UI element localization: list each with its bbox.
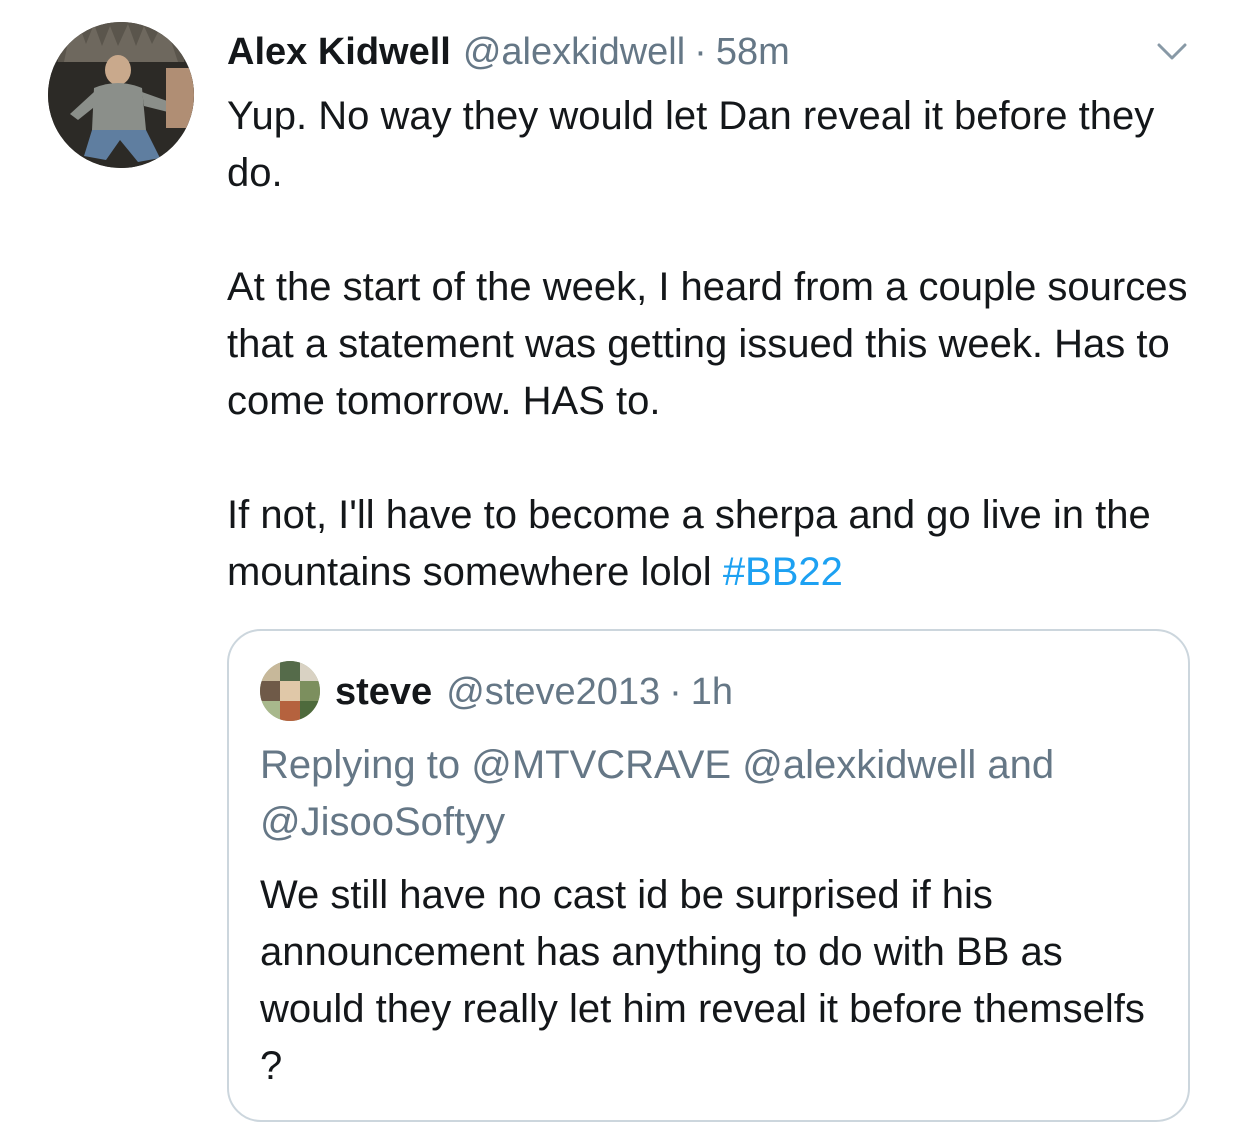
separator-dot: ·: [694, 30, 707, 73]
tweet-header: Alex Kidwell @alexkidwell · 58m: [227, 24, 790, 80]
author-avatar[interactable]: [48, 22, 194, 168]
quoted-author-handle: @steve2013: [446, 670, 661, 713]
quoted-tweet-body: We still have no cast id be surprised if…: [260, 873, 1145, 1088]
author-name[interactable]: Alex Kidwell: [227, 31, 451, 74]
tweet-timestamp[interactable]: 58m: [716, 31, 790, 74]
chevron-down-icon: [1157, 43, 1187, 60]
quoted-tweet-card[interactable]: steve @steve2013 · 1h Replying to @MTVCR…: [227, 629, 1190, 1122]
author-handle[interactable]: @alexkidwell: [463, 31, 685, 74]
tweet-paragraph: At the start of the week, I heard from a…: [227, 265, 1188, 423]
replying-to-label: Replying to @MTVCRAVE @alexkidwell and @…: [260, 743, 1055, 844]
tweet-paragraph: Yup. No way they would let Dan reveal it…: [227, 94, 1155, 195]
avatar-photo: [48, 22, 194, 168]
tweet-body: Yup. No way they would let Dan reveal it…: [227, 88, 1217, 601]
separator-dot: ·: [669, 670, 682, 713]
tweet-paragraph: If not, I'll have to become a sherpa and…: [227, 487, 1217, 601]
avatar-photo: [260, 661, 320, 721]
hashtag-link[interactable]: #BB22: [723, 550, 843, 594]
quoted-author-name: steve: [335, 670, 433, 713]
quoted-tweet-header: steve @steve2013 · 1h: [335, 667, 733, 717]
quoted-author-avatar[interactable]: [260, 661, 320, 721]
tweet-paragraph-text: If not, I'll have to become a sherpa and…: [227, 493, 1151, 594]
tweet-menu-button[interactable]: [1150, 34, 1194, 70]
quoted-tweet-timestamp: 1h: [690, 670, 734, 713]
